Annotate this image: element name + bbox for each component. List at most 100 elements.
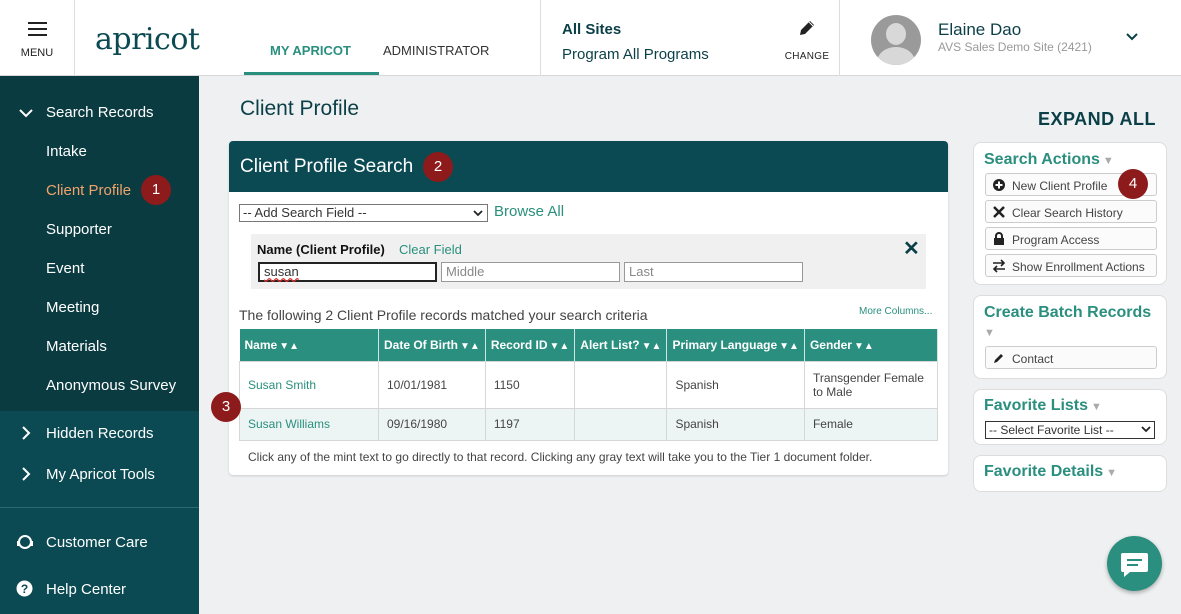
results-table: Name ▼▲ Date Of Birth ▼▲ Record ID ▼▲ Alert… xyxy=(239,329,939,441)
step-badge-2: 2 xyxy=(423,152,453,182)
step-badge-4: 4 xyxy=(1118,169,1148,199)
sidebar-hidden-records[interactable]: Hidden Records xyxy=(46,425,154,442)
cell-alert-list[interactable] xyxy=(574,360,668,409)
site-title: All Sites xyxy=(562,21,622,38)
close-icon xyxy=(993,206,1005,218)
sidebar-help-center[interactable]: Help Center xyxy=(46,581,126,598)
step-badge-3: 3 xyxy=(211,392,241,422)
browse-all-link[interactable]: Browse All xyxy=(494,203,564,220)
favorite-lists-title[interactable]: Favorite Lists ▼ xyxy=(984,397,1102,415)
apricot-logo[interactable]: apricot xyxy=(95,22,200,57)
cell-name[interactable]: Susan Williams xyxy=(239,407,379,441)
sidebar-item-intake[interactable]: Intake xyxy=(46,143,87,160)
column-dob[interactable]: Date Of Birth ▼▲ xyxy=(378,329,486,361)
column-gender[interactable]: Gender ▼▲ xyxy=(804,329,939,361)
user-site: AVS Sales Demo Site (2421) xyxy=(938,40,1092,54)
sort-icon: ▼▲ xyxy=(853,340,874,352)
sidebar-item-supporter[interactable]: Supporter xyxy=(46,221,112,238)
sidebar-search-records[interactable]: Search Records xyxy=(46,104,154,121)
search-actions-title[interactable]: Search Actions ▼ xyxy=(984,151,1114,169)
sidebar-item-client-profile[interactable]: Client Profile xyxy=(46,182,131,199)
sidebar-item-meeting[interactable]: Meeting xyxy=(46,299,99,316)
chevron-down-icon xyxy=(473,210,483,217)
field-name-label: Name (Client Profile) xyxy=(257,242,385,257)
sidebar-item-materials[interactable]: Materials xyxy=(46,338,107,355)
site-selector: All Sites Program All Programs CHANGE xyxy=(540,0,840,76)
menu-button[interactable]: MENU xyxy=(0,0,75,76)
caret-down-icon: ▼ xyxy=(1102,155,1114,167)
site-program: Program All Programs xyxy=(562,46,709,63)
top-bar: MENU apricot MY APRICOT ADMINISTRATOR Al… xyxy=(0,0,1181,76)
page-title: Client Profile xyxy=(240,97,360,120)
chat-button[interactable] xyxy=(1107,536,1162,591)
cell-record-id[interactable]: 1197 xyxy=(484,407,576,441)
show-enrollment-actions-button[interactable]: Show Enrollment Actions xyxy=(985,254,1157,277)
program-access-button[interactable]: Program Access xyxy=(985,227,1157,250)
favorite-list-value: -- Select Favorite List -- xyxy=(989,423,1114,437)
menu-label: MENU xyxy=(20,47,54,59)
swap-arrows-icon xyxy=(992,259,1006,273)
column-name[interactable]: Name ▼▲ xyxy=(239,329,379,361)
results-footnote: Click any of the mint text to go directl… xyxy=(248,450,873,464)
sidebar-item-event[interactable]: Event xyxy=(46,260,84,277)
cell-name[interactable]: Susan Smith xyxy=(239,360,379,409)
close-icon[interactable]: ✕ xyxy=(903,236,920,261)
column-record-id[interactable]: Record ID ▼▲ xyxy=(485,329,576,361)
create-batch-records-box: Create Batch Records ▼ Contact xyxy=(973,295,1167,379)
create-batch-records-title[interactable]: Create Batch Records xyxy=(984,304,1151,322)
favorite-list-select[interactable]: -- Select Favorite List -- xyxy=(985,421,1155,439)
add-search-field-value: -- Add Search Field -- xyxy=(243,205,367,220)
chevron-down-icon[interactable] xyxy=(1125,30,1139,44)
tab-my-apricot[interactable]: MY APRICOT xyxy=(270,43,351,58)
contact-button[interactable]: Contact xyxy=(985,346,1157,369)
lock-icon xyxy=(994,232,1004,245)
add-search-field-select[interactable]: -- Add Search Field -- xyxy=(239,204,488,222)
caret-down-icon: ▼ xyxy=(1106,467,1118,479)
first-name-input[interactable]: susan xyxy=(258,262,437,282)
more-columns-link[interactable]: More Columns... xyxy=(859,306,932,317)
show-enrollment-actions-label: Show Enrollment Actions xyxy=(1012,260,1145,274)
match-summary: The following 2 Client Profile records m… xyxy=(239,307,648,323)
expand-all-button[interactable]: EXPAND ALL xyxy=(1038,109,1156,130)
clear-field-link[interactable]: Clear Field xyxy=(399,242,462,257)
sidebar-customer-care[interactable]: Customer Care xyxy=(46,534,148,551)
sidebar: Search Records Intake Client Profile Sup… xyxy=(0,76,199,614)
avatar[interactable] xyxy=(871,15,921,65)
favorite-details-box: Favorite Details ▼ xyxy=(973,455,1167,492)
table-header-row: Name ▼▲ Date Of Birth ▼▲ Record ID ▼▲ Alert… xyxy=(239,329,939,361)
table-row: Susan Williams 09/16/1980 1197 Spanish F… xyxy=(239,407,939,441)
clear-search-history-button[interactable]: Clear Search History xyxy=(985,200,1157,223)
column-alert-list[interactable]: Alert List? ▼▲ xyxy=(574,329,668,361)
first-name-value: susan xyxy=(264,264,299,279)
sort-icon: ▼▲ xyxy=(460,340,480,352)
table-row: Susan Smith 10/01/1981 1150 Spanish Tran… xyxy=(239,360,939,409)
search-actions-box: Search Actions ▼ New Client Profile Clear… xyxy=(973,142,1167,285)
favorite-details-title[interactable]: Favorite Details ▼ xyxy=(984,463,1117,481)
chevron-right-icon xyxy=(22,467,31,481)
cell-gender[interactable]: Transgender Female to Male xyxy=(803,360,939,409)
sidebar-my-apricot-tools[interactable]: My Apricot Tools xyxy=(46,466,155,483)
middle-name-input[interactable]: Middle xyxy=(441,262,620,282)
search-panel-title: Client Profile Search xyxy=(240,156,414,177)
last-name-input[interactable]: Last xyxy=(624,262,803,282)
column-primary-language[interactable]: Primary Language ▼▲ xyxy=(666,329,805,361)
hamburger-icon xyxy=(28,22,47,40)
cell-dob[interactable]: 09/16/1980 xyxy=(378,407,486,441)
tab-administrator[interactable]: ADMINISTRATOR xyxy=(383,43,489,58)
user-name[interactable]: Elaine Dao xyxy=(938,20,1021,40)
sidebar-item-anonymous-survey[interactable]: Anonymous Survey xyxy=(46,377,176,394)
cell-alert-list[interactable] xyxy=(574,407,668,441)
pencil-icon xyxy=(994,354,1003,363)
cell-dob[interactable]: 10/01/1981 xyxy=(378,360,486,409)
step-badge-1: 1 xyxy=(141,175,171,205)
sidebar-divider xyxy=(0,507,199,508)
cell-primary-language[interactable]: Spanish xyxy=(666,407,805,441)
change-button[interactable]: CHANGE xyxy=(781,18,833,62)
sidebar-search-section xyxy=(0,76,199,411)
chevron-down-icon xyxy=(1141,426,1151,433)
cell-record-id[interactable]: 1150 xyxy=(484,360,576,409)
active-tab-underline xyxy=(244,72,379,75)
caret-down-icon[interactable]: ▼ xyxy=(984,327,995,339)
cell-gender[interactable]: Female xyxy=(803,407,939,441)
cell-primary-language[interactable]: Spanish xyxy=(666,360,805,409)
